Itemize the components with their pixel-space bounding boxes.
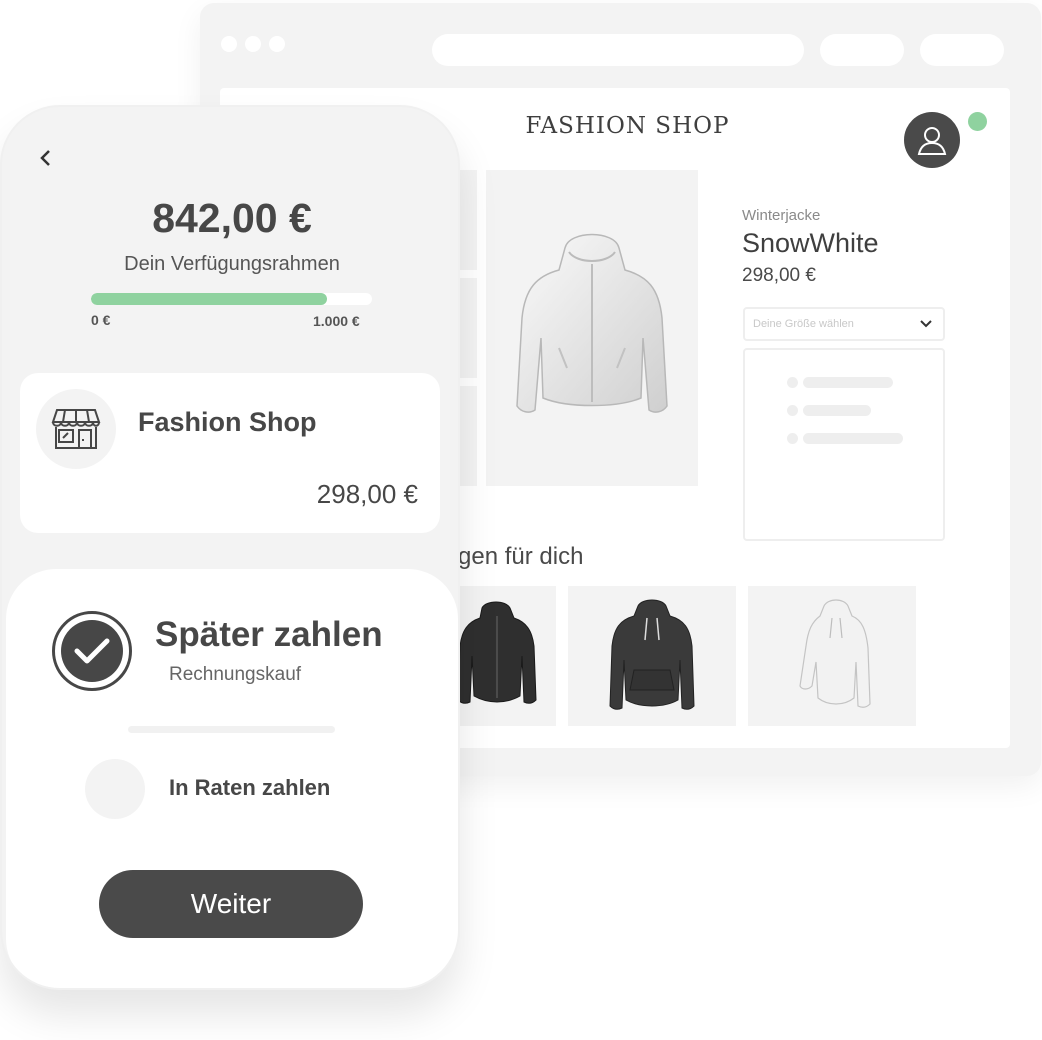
white-hoodie-image [799, 599, 871, 708]
chevron-left-icon [40, 150, 50, 166]
pay-later-title[interactable]: Später zahlen [155, 615, 383, 655]
merchant-icon-circle [36, 389, 116, 469]
dark-hoodie-image [609, 599, 695, 710]
checkmark-icon [74, 638, 110, 664]
size-select-placeholder: Deine Größe wählen [753, 318, 854, 330]
limit-max-label: 1.000 € [313, 313, 360, 329]
online-status-indicator [968, 112, 987, 131]
option-unselected-radio[interactable] [85, 759, 145, 819]
phone-screen: 842,00 € Dein Verfügungsrahmen 0 € 1.000… [0, 105, 460, 990]
white-jacket-image [516, 233, 668, 413]
placeholder-line [803, 433, 903, 444]
storefront-icon [51, 409, 101, 449]
chevron-down-icon [920, 320, 932, 328]
user-icon [917, 127, 947, 155]
window-dot[interactable] [221, 36, 237, 52]
pay-later-subtitle: Rechnungskauf [169, 664, 302, 685]
placeholder-bullet [787, 433, 798, 444]
placeholder-line [803, 405, 871, 416]
available-amount: 842,00 € [152, 195, 312, 241]
credit-limit-bar [91, 293, 372, 305]
installments-title[interactable]: In Raten zahlen [169, 775, 330, 801]
recommendation-item[interactable] [748, 586, 916, 726]
product-details-placeholder [743, 348, 945, 541]
stage: FASHION SHOP Winterjacke SnowWhite 298,0… [0, 0, 1042, 1040]
product-category: Winterjacke [742, 207, 821, 224]
toolbar-button[interactable] [820, 34, 904, 66]
option-selected-radio[interactable] [52, 611, 132, 691]
product-main-image[interactable] [486, 170, 698, 486]
toolbar-button[interactable] [920, 34, 1004, 66]
placeholder-bullet [787, 405, 798, 416]
merchant-name: Fashion Shop [138, 407, 317, 437]
merchant-card: Fashion Shop 298,00 € [20, 373, 440, 533]
options-divider [128, 726, 335, 733]
available-amount-label: Dein Verfügungsrahmen [124, 253, 340, 275]
payment-options-card: Später zahlen Rechnungskauf In Raten zah… [6, 569, 458, 988]
window-dot[interactable] [269, 36, 285, 52]
back-button[interactable] [32, 145, 58, 171]
continue-button[interactable]: Weiter [99, 870, 363, 938]
recommendations-title: gen für dich [458, 543, 584, 570]
account-avatar[interactable] [904, 112, 960, 168]
placeholder-line [803, 377, 893, 388]
merchant-price: 298,00 € [316, 479, 418, 509]
window-controls [221, 36, 285, 52]
product-price: 298,00 € [742, 265, 816, 286]
placeholder-bullet [787, 377, 798, 388]
address-bar[interactable] [432, 34, 804, 66]
checkmark-circle [61, 620, 123, 682]
size-select[interactable]: Deine Größe wählen [743, 307, 945, 341]
recommendation-item[interactable] [568, 586, 736, 726]
limit-min-label: 0 € [91, 312, 111, 328]
window-dot[interactable] [245, 36, 261, 52]
product-name: SnowWhite [742, 228, 879, 258]
credit-limit-fill [91, 293, 328, 305]
